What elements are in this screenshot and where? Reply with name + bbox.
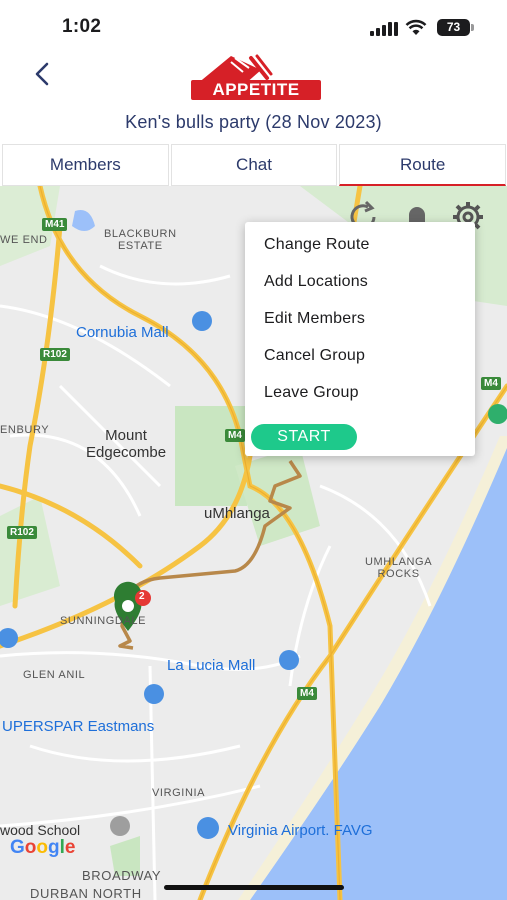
google-logo: Google (10, 837, 76, 858)
event-title: Ken's bulls party (28 Nov 2023) (125, 112, 382, 132)
map-label-superspar: UPERSPAR Eastmans (2, 718, 155, 735)
map-label-durban-north: DURBAN NORTH (30, 886, 142, 900)
status-bar: 1:02 73 (0, 0, 507, 54)
battery-icon: 73 (437, 19, 474, 36)
status-time: 1:02 (62, 16, 102, 37)
school-pin-icon (110, 816, 130, 836)
marker-count-badge: 2 (139, 591, 145, 602)
map-label-blackburn: BLACKBURN ESTATE (104, 228, 177, 252)
tab-route[interactable]: Route (339, 144, 507, 186)
menu-item-cancel-group[interactable]: Cancel Group (264, 347, 365, 365)
minor-road (0, 784, 261, 828)
map-label-virginia-airport: Virginia Airport. FAVG (228, 822, 373, 839)
cellular-signal-icon (370, 22, 398, 36)
logo-text: APPETITE (191, 80, 321, 100)
map-label-cornubia-mall: Cornubia Mall (76, 324, 169, 341)
map-label-wood-school: wood School (0, 822, 81, 838)
menu-item-edit-members[interactable]: Edit Members (264, 310, 365, 328)
map-label-glen-anil: GLEN ANIL (23, 669, 86, 681)
map-label-umhlanga: uMhlanga (204, 505, 270, 522)
route-options-menu: Change Route Add Locations Edit Members … (245, 222, 475, 456)
map-label-virginia: VIRGINIA (152, 787, 206, 799)
water-area (72, 210, 95, 231)
mall-pin-icon (192, 311, 212, 331)
road-shield-m4: M4 (297, 687, 317, 700)
menu-item-leave-group[interactable]: Leave Group (264, 384, 359, 402)
back-button[interactable] (28, 58, 58, 92)
map-label-enbury: ENBURY (0, 424, 50, 436)
road-shield-m41: M41 (42, 218, 68, 231)
mall-pin-icon (0, 628, 18, 648)
road-shield-r102: R102 (40, 348, 70, 361)
map-label-sunningdale: SUNNINGDALE (60, 615, 147, 627)
appetite-logo: APPETITE (191, 52, 321, 102)
road-shield-m4: M4 (225, 429, 245, 442)
road-shield-m4: M4 (481, 377, 501, 390)
road-shield-r102: R102 (7, 526, 37, 539)
map-label-umhlanga-rocks: UMHLANGA ROCKS (365, 556, 433, 580)
shop-pin-icon (144, 683, 164, 705)
minor-road (99, 264, 231, 286)
tab-members[interactable]: Members (2, 144, 169, 186)
menu-item-change-route[interactable]: Change Route (264, 236, 370, 254)
menu-item-add-locations[interactable]: Add Locations (264, 273, 368, 291)
wifi-icon (405, 19, 427, 35)
chevron-left-icon (35, 62, 49, 86)
map-label-mount-edgecombe: Mount Edgecombe (86, 427, 167, 461)
green-area (0, 496, 60, 606)
minor-road (29, 744, 241, 763)
mall-pin-icon (279, 650, 299, 670)
start-button[interactable]: START (251, 424, 357, 450)
map-label-la-lucia-mall: La Lucia Mall (167, 657, 256, 674)
tab-bar: Members Chat Route (2, 144, 507, 186)
map-label-broadway: BROADWAY (82, 868, 162, 883)
home-indicator[interactable] (164, 885, 344, 890)
tab-chat[interactable]: Chat (170, 144, 338, 186)
airport-pin-icon (197, 817, 219, 839)
map-label-we-end: WE END (0, 234, 48, 246)
